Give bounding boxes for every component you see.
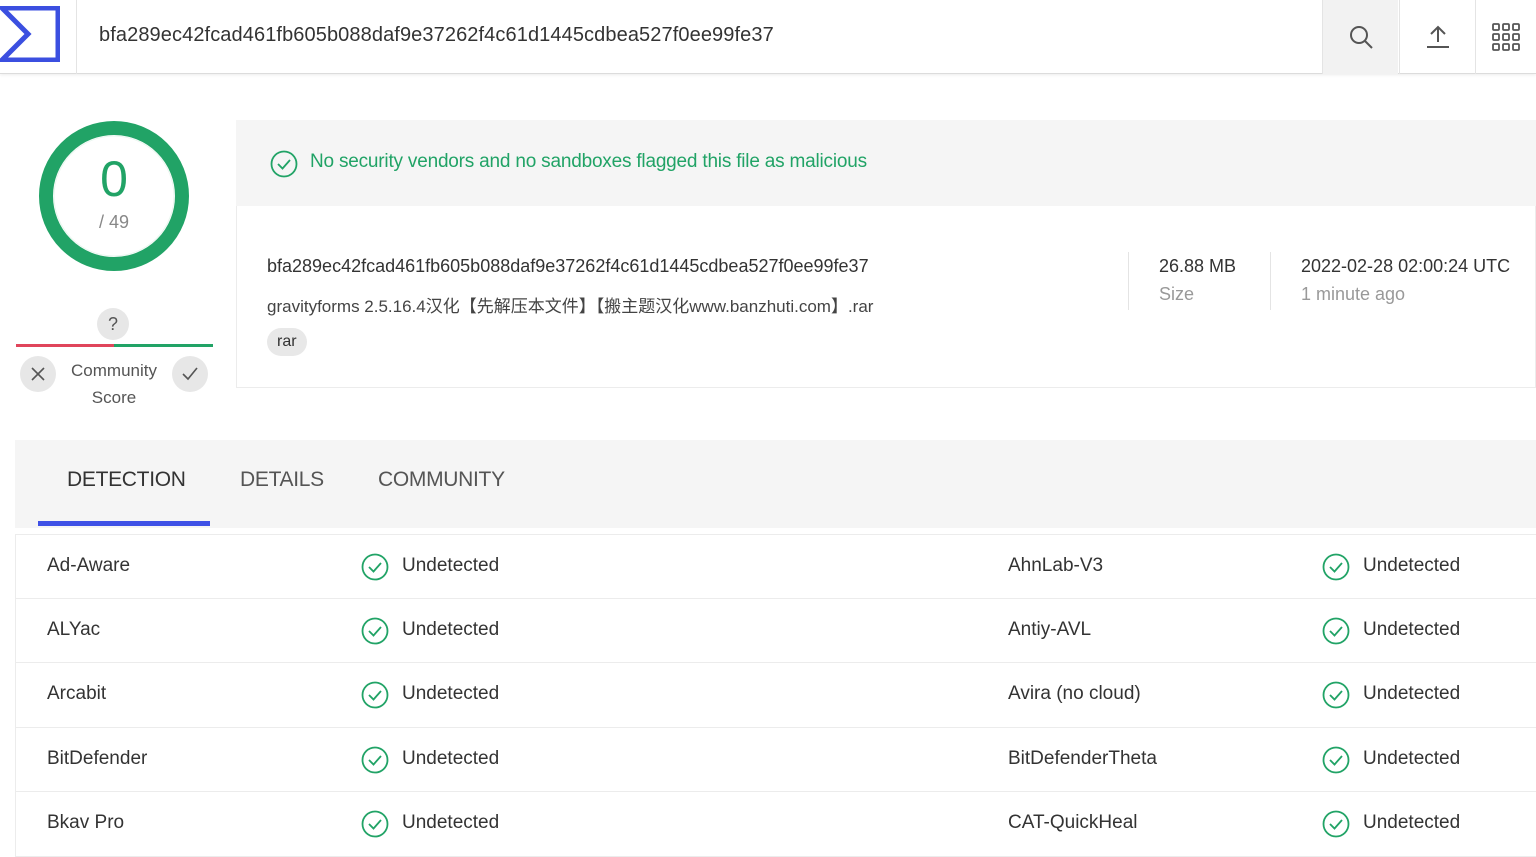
community-score-bar: [16, 344, 213, 347]
check-circle-icon: [361, 810, 389, 843]
table-row: ALYac Undetected Antiy-AVL Undetected: [15, 598, 1536, 664]
detection-result: Undetected: [402, 683, 500, 705]
detection-result: Undetected: [1363, 812, 1461, 834]
check-circle-icon: [361, 553, 389, 586]
vendor-name: Avira (no cloud): [1008, 683, 1141, 705]
close-icon: [31, 367, 45, 381]
verdict-banner: No security vendors and no sandboxes fla…: [236, 120, 1536, 206]
tab-details[interactable]: DETAILS: [240, 468, 324, 492]
community-bar-positive: [114, 344, 213, 347]
virustotal-logo[interactable]: [0, 5, 61, 63]
apps-button[interactable]: [1475, 0, 1536, 74]
tab-bar: DETECTION DETAILS COMMUNITY: [15, 440, 1536, 528]
check-circle-icon: [270, 150, 298, 178]
divider: [1270, 252, 1271, 310]
check-circle-icon: [1322, 810, 1350, 843]
file-name: gravityforms 2.5.16.4汉化【先解压本文件】【搬主题汉化www…: [267, 297, 874, 316]
verdict-text: No security vendors and no sandboxes fla…: [310, 151, 867, 172]
detection-result: Undetected: [402, 812, 500, 834]
vendor-name: CAT-QuickHeal: [1008, 812, 1138, 834]
check-circle-icon: [361, 681, 389, 714]
check-circle-icon: [1322, 553, 1350, 586]
table-row: Arcabit Undetected Avira (no cloud) Undetec…: [15, 663, 1536, 728]
divider: [1128, 252, 1129, 310]
file-size-value: 26.88 MB: [1159, 256, 1237, 276]
check-circle-icon: [361, 746, 389, 779]
vendor-name: Ad-Aware: [47, 555, 131, 576]
file-hash[interactable]: bfa289ec42fcad461fb605b088daf9e37262f4c6…: [267, 256, 869, 277]
detection-table: Ad-Aware Undetected AhnLab-V3 Undetected ALY…: [15, 534, 1536, 857]
file-info-card: bfa289ec42fcad461fb605b088daf9e37262f4c6…: [236, 206, 1536, 388]
community-bar-negative: [16, 344, 114, 347]
file-size-label: Size: [1159, 284, 1195, 304]
vote-harmless-button[interactable]: [172, 356, 208, 392]
vendor-name: Antiy-AVL: [1008, 618, 1092, 640]
vendor-name: ALYac: [47, 618, 101, 640]
active-tab-indicator: [38, 521, 210, 526]
detection-count: 0: [100, 151, 128, 207]
detection-result: Undetected: [402, 555, 500, 576]
community-score-label: Community Score: [71, 361, 157, 407]
detection-result: Undetected: [1363, 555, 1461, 576]
detection-result: Undetected: [402, 618, 500, 640]
check-circle-icon: [361, 617, 389, 650]
vendor-name: Arcabit: [47, 683, 107, 705]
search-input[interactable]: bfa289ec42fcad461fb605b088daf9e37262f4c6…: [99, 24, 774, 47]
analysis-date-relative: 1 minute ago: [1301, 284, 1406, 304]
vote-harmful-button[interactable]: [20, 356, 56, 392]
apps-grid-icon: [1492, 23, 1520, 51]
engine-total: / 49: [98, 212, 130, 232]
community-score-value: ?: [97, 308, 129, 340]
detection-score-ring: 0 / 49: [38, 120, 190, 272]
check-circle-icon: [1322, 681, 1350, 714]
upload-icon: [1426, 25, 1449, 48]
vendor-name: AhnLab-V3: [1008, 555, 1104, 576]
divider: [76, 0, 77, 74]
table-row: Bkav Pro Undetected CAT-QuickHeal Undetecte…: [15, 792, 1536, 857]
analysis-date-value: 2022-02-28 02:00:24 UTC: [1301, 256, 1511, 276]
tab-community[interactable]: COMMUNITY: [378, 468, 505, 492]
check-circle-icon: [1322, 617, 1350, 650]
file-type-tag[interactable]: rar: [267, 328, 307, 356]
vendor-name: Bkav Pro: [47, 812, 125, 834]
detection-result: Undetected: [1363, 618, 1461, 640]
check-icon: [182, 367, 198, 381]
vendor-name: BitDefender: [47, 747, 148, 769]
tab-detection[interactable]: DETECTION: [67, 468, 186, 492]
table-row: BitDefender Undetected BitDefenderTheta Und…: [15, 727, 1536, 793]
table-row: Ad-Aware Undetected AhnLab-V3 Undetected: [15, 534, 1536, 599]
search-icon: [1349, 26, 1373, 49]
upload-button[interactable]: [1399, 0, 1475, 74]
vendor-name: BitDefenderTheta: [1008, 747, 1157, 769]
search-button[interactable]: [1322, 0, 1398, 74]
detection-result: Undetected: [1363, 683, 1461, 705]
check-circle-icon: [1322, 746, 1350, 779]
top-bar: bfa289ec42fcad461fb605b088daf9e37262f4c6…: [0, 0, 1536, 74]
detection-result: Undetected: [1363, 747, 1461, 769]
detection-result: Undetected: [402, 747, 500, 769]
